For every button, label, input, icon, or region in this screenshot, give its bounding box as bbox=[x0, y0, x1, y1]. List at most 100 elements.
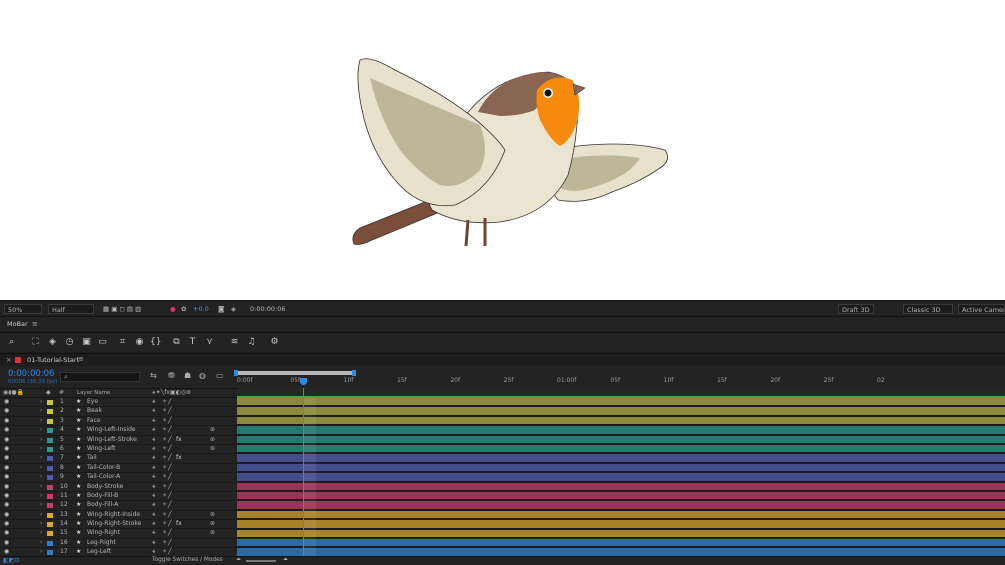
layer-name[interactable]: Eye bbox=[87, 398, 98, 406]
quality-switch-icon[interactable]: ╱ bbox=[168, 417, 172, 425]
transparency-grid-icon[interactable]: ▦ ▣ ◻ ▤ ▥ bbox=[103, 304, 141, 314]
quality-switch-icon[interactable]: ╱ bbox=[168, 529, 172, 537]
collapse-switch-icon[interactable]: ✦ bbox=[162, 548, 167, 556]
shy-switch-icon[interactable]: ⚹ bbox=[152, 501, 156, 509]
layer-duration-bar[interactable] bbox=[237, 492, 1005, 501]
eye-icon[interactable]: ◉ bbox=[134, 337, 145, 348]
layer-label-swatch[interactable] bbox=[47, 493, 53, 499]
layer-row[interactable]: ◉ › 4 ★ Wing-Left-Inside ⚹ ✦ ╱ ⊛ bbox=[0, 426, 237, 436]
collapse-switch-icon[interactable]: ✦ bbox=[162, 445, 167, 453]
expand-arrow-icon[interactable]: › bbox=[40, 464, 42, 472]
quality-switch-icon[interactable]: ╱ bbox=[168, 501, 172, 509]
timer-icon[interactable]: ◷ bbox=[64, 337, 75, 348]
layer-duration-bar[interactable] bbox=[237, 473, 1005, 482]
current-time[interactable]: 0:00:00:06 bbox=[8, 369, 54, 379]
layer-duration-bar[interactable] bbox=[237, 529, 1005, 538]
close-icon[interactable]: × bbox=[6, 356, 12, 364]
render-time-icon[interactable]: ◧◩⊡ bbox=[3, 557, 19, 564]
layer-label-swatch[interactable] bbox=[47, 428, 53, 434]
shy-switch-icon[interactable]: ⚹ bbox=[152, 454, 156, 462]
layer-name[interactable]: Beak bbox=[87, 407, 102, 415]
layer-name[interactable]: Wing-Right bbox=[87, 529, 120, 537]
collapse-switch-icon[interactable]: ✦ bbox=[162, 426, 167, 434]
render-icon[interactable]: ▣ bbox=[81, 337, 92, 348]
wiggle-icon[interactable]: ≋ bbox=[229, 337, 240, 348]
collapse-switch-icon[interactable]: ✦ bbox=[162, 407, 167, 415]
expression-icon[interactable]: {} bbox=[150, 337, 161, 348]
layer-row[interactable]: ◉ › 13 ★ Wing-Right-Inside ⚹ ✦ ╱ ⊛ bbox=[0, 511, 237, 521]
collapse-switch-icon[interactable]: ✦ bbox=[162, 529, 167, 537]
layer-name[interactable]: Face bbox=[87, 417, 101, 425]
layer-duration-bar[interactable] bbox=[237, 482, 1005, 491]
layer-row[interactable]: ◉ › 7 ★ Tail ⚹ ✦ fx ╱ bbox=[0, 454, 237, 464]
expand-arrow-icon[interactable]: › bbox=[40, 454, 42, 462]
tab-menu-icon[interactable]: ≡ bbox=[78, 355, 84, 363]
expand-arrow-icon[interactable]: › bbox=[40, 539, 42, 547]
shy-switch-icon[interactable]: ⚹ bbox=[152, 483, 156, 491]
parent-link-icon[interactable]: ⊛ bbox=[210, 511, 215, 519]
layer-duration-bar[interactable] bbox=[237, 398, 1005, 407]
layer-duration-bar[interactable] bbox=[237, 463, 1005, 473]
eye-icon[interactable]: ◉ bbox=[4, 417, 9, 425]
layer-label-swatch[interactable] bbox=[47, 484, 53, 490]
draft-3d-icon[interactable]: ⛃ bbox=[168, 371, 175, 380]
layer-duration-bar[interactable] bbox=[237, 548, 1005, 556]
quality-switch-icon[interactable]: ╱ bbox=[168, 445, 172, 453]
collapse-switch-icon[interactable]: ✦ bbox=[162, 417, 167, 425]
layer-duration-bar[interactable] bbox=[237, 454, 1005, 463]
collapse-switch-icon[interactable]: ✦ bbox=[162, 539, 167, 547]
quality-switch-icon[interactable]: ╱ bbox=[168, 398, 172, 406]
layer-duration-bar[interactable] bbox=[237, 445, 1005, 454]
eye-icon[interactable]: ◉ bbox=[4, 398, 9, 406]
expand-arrow-icon[interactable]: › bbox=[40, 407, 42, 415]
panel-menu-icon[interactable]: ≡ bbox=[32, 320, 38, 328]
layer-row[interactable]: ◉ › 2 ★ Beak ⚹ ✦ ╱ bbox=[0, 407, 237, 417]
expand-arrow-icon[interactable]: › bbox=[40, 511, 42, 519]
magnify-icon[interactable]: ⌕ bbox=[6, 337, 17, 348]
camera-dropdown[interactable]: Active Camer... bbox=[958, 304, 1005, 314]
shy-switch-icon[interactable]: ⚹ bbox=[152, 464, 156, 472]
collapse-switch-icon[interactable]: ✦ bbox=[162, 473, 167, 481]
layer-name[interactable]: Body-Stroke bbox=[87, 483, 123, 491]
shy-switch-icon[interactable]: ⚹ bbox=[152, 511, 156, 519]
layer-label-swatch[interactable] bbox=[47, 522, 53, 528]
layer-label-swatch[interactable] bbox=[47, 531, 53, 537]
work-area-end-handle[interactable] bbox=[352, 370, 356, 376]
layer-row[interactable]: ◉ › 15 ★ Wing-Right ⚹ ✦ ╱ ⊛ bbox=[0, 529, 237, 539]
fx-icon[interactable]: fx bbox=[176, 436, 182, 444]
collapse-switch-icon[interactable]: ✦ bbox=[162, 436, 167, 444]
color-channel-icon[interactable]: ● bbox=[170, 304, 176, 314]
collapse-switch-icon[interactable]: ✦ bbox=[162, 454, 167, 462]
audio-icon[interactable]: ♫ bbox=[246, 337, 257, 348]
parent-link-icon[interactable]: ⊛ bbox=[210, 529, 215, 537]
work-area-start-handle[interactable] bbox=[234, 370, 238, 376]
shy-switch-icon[interactable]: ⚹ bbox=[152, 539, 156, 547]
search-input[interactable]: ⌕ bbox=[60, 372, 140, 382]
quality-switch-icon[interactable]: ╱ bbox=[168, 454, 172, 462]
eye-icon[interactable]: ◉ bbox=[4, 454, 9, 462]
collapse-switch-icon[interactable]: ✦ bbox=[162, 501, 167, 509]
exposure-icon[interactable]: ✿ bbox=[181, 304, 186, 314]
eye-icon[interactable]: ◉ bbox=[4, 407, 9, 415]
layer-name[interactable]: Body-Fill-A bbox=[87, 501, 118, 509]
renderer-button[interactable]: Draft 3D bbox=[838, 304, 874, 314]
show-snapshot-icon[interactable]: ◈ bbox=[231, 304, 236, 314]
eye-icon[interactable]: ◉ bbox=[4, 501, 9, 509]
expand-arrow-icon[interactable]: › bbox=[40, 398, 42, 406]
layer-duration-bar[interactable] bbox=[237, 416, 1005, 426]
layer-name[interactable]: Tail-Color-A bbox=[87, 473, 120, 481]
collapse-switch-icon[interactable]: ✦ bbox=[162, 398, 167, 406]
comp-mini-flowchart-icon[interactable]: ⇆ bbox=[150, 371, 157, 380]
expand-arrow-icon[interactable]: › bbox=[40, 548, 42, 556]
eye-icon[interactable]: ◉ bbox=[4, 511, 9, 519]
layer-label-swatch[interactable] bbox=[47, 409, 53, 415]
layer-row[interactable]: ◉ › 10 ★ Body-Stroke ⚹ ✦ ╱ bbox=[0, 483, 237, 492]
quality-switch-icon[interactable]: ╱ bbox=[168, 473, 172, 481]
snapshot-icon[interactable]: ◙ bbox=[218, 304, 224, 314]
time-ruler[interactable]: 0:00f 05f 10f 15f 20f 25f 01:00f 05f 10f 15f 20f 25… bbox=[237, 377, 1005, 388]
eye-icon[interactable]: ◉ bbox=[4, 473, 9, 481]
eye-icon[interactable]: ◉ bbox=[4, 483, 9, 491]
shapes-icon[interactable]: ⧉ bbox=[171, 337, 182, 348]
quality-switch-icon[interactable]: ╱ bbox=[168, 426, 172, 434]
layer-label-swatch[interactable] bbox=[47, 465, 53, 471]
